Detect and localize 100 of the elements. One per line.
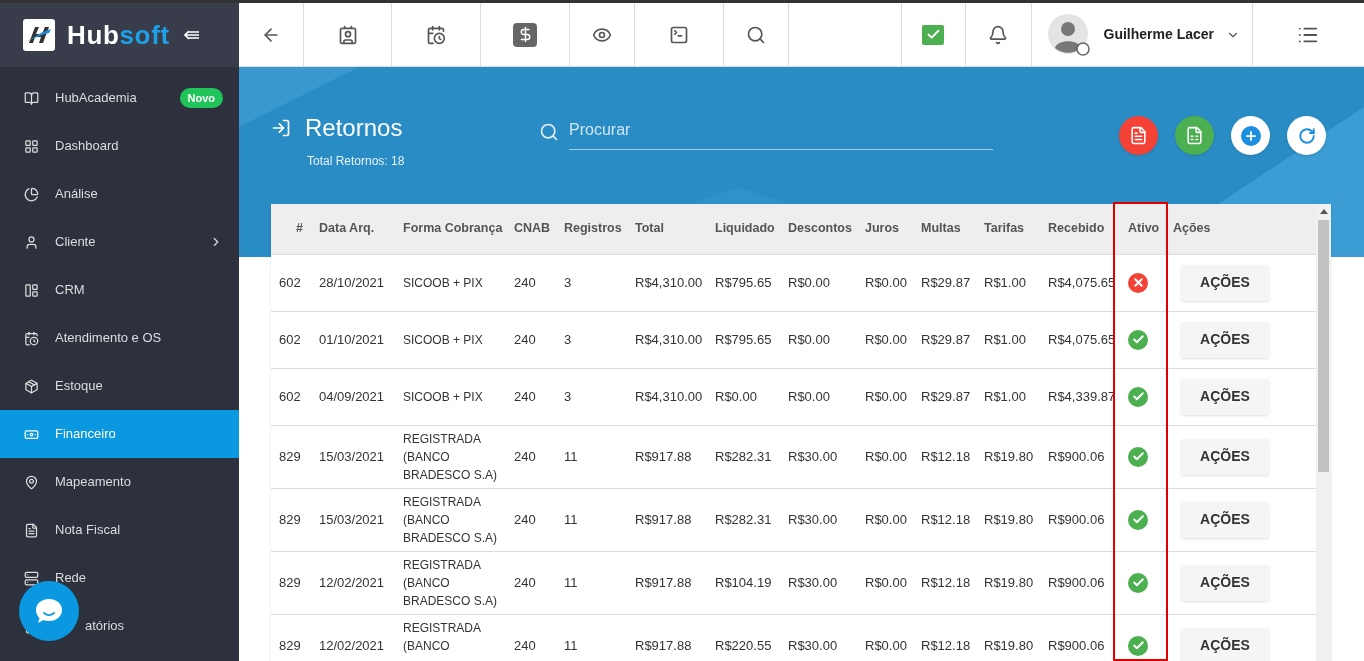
table-cell: SICOOB + PIX	[395, 254, 506, 311]
table-cell: R$12.18	[913, 551, 976, 614]
calendar-clock-icon[interactable]	[426, 24, 446, 45]
table-cell: 11	[556, 614, 627, 661]
sidebar-item[interactable]: Dashboard	[0, 122, 239, 170]
page-subtitle: Total Retornos: 18	[307, 153, 406, 170]
map-pin-icon	[24, 474, 39, 490]
sidebar-item[interactable]: CRM	[0, 266, 239, 314]
sidebar-item[interactable]: Mapeamento	[0, 458, 239, 506]
table-cell: R$104.19	[707, 551, 780, 614]
table-cell: 12/02/2021	[311, 551, 395, 614]
column-header: Ações	[1165, 204, 1316, 254]
actions-button[interactable]: AÇÕES	[1181, 627, 1269, 661]
table-cell: R$282.31	[707, 488, 780, 551]
table-cell: R$29.87	[913, 311, 976, 368]
table-cell: R$4,310.00	[627, 254, 707, 311]
table-cell: 01/10/2021	[311, 311, 395, 368]
column-header: Total	[627, 204, 707, 254]
collapse-icon[interactable]	[183, 29, 200, 41]
sidebar-item[interactable]: Análise	[0, 170, 239, 218]
bell-icon[interactable]	[988, 24, 1008, 45]
chat-check-icon[interactable]	[922, 24, 944, 45]
table-cell: R$12.18	[913, 425, 976, 488]
table-cell: 240	[506, 425, 556, 488]
table-cell: R$19.80	[976, 551, 1040, 614]
scrollbar[interactable]	[1316, 204, 1331, 661]
table-cell: REGISTRADA (BANCO	[395, 614, 506, 661]
table-cell: 602	[271, 311, 311, 368]
table-cell: R$4,310.00	[627, 368, 707, 425]
table-cell: 3	[556, 368, 627, 425]
table-cell: R$19.80	[976, 425, 1040, 488]
refresh-icon	[1297, 126, 1316, 145]
table-cell: R$4,075.65	[1040, 254, 1120, 311]
new-badge: Novo	[179, 87, 223, 109]
actions-button[interactable]: AÇÕES	[1181, 564, 1269, 601]
chat-icon	[34, 596, 64, 626]
user-name[interactable]: Guilherme Lacer	[1103, 24, 1214, 45]
table-cell: 11	[556, 425, 627, 488]
table-cell: R$30.00	[780, 614, 857, 661]
table-cell: R$282.31	[707, 425, 780, 488]
table-cell: 11	[556, 488, 627, 551]
search-field[interactable]: Procurar	[569, 110, 993, 150]
sidebar-item[interactable]: Estoque	[0, 362, 239, 410]
column-header: CNAB	[506, 204, 556, 254]
table-cell: 15/03/2021	[311, 488, 395, 551]
sidebar-item[interactable]: Rede	[0, 554, 239, 602]
terminal-icon[interactable]	[669, 24, 689, 45]
avatar-icon[interactable]	[1047, 13, 1090, 56]
actions-button[interactable]: AÇÕES	[1181, 438, 1269, 475]
table-cell: 602	[271, 254, 311, 311]
table-cell: R$0.00	[857, 488, 913, 551]
table-cell: R$1.00	[976, 254, 1040, 311]
table-cell: 11	[556, 551, 627, 614]
table-cell: R$795.65	[707, 254, 780, 311]
column-header: Liquidado	[707, 204, 780, 254]
calendar-clock-icon	[24, 330, 39, 346]
table-cell: R$917.88	[627, 551, 707, 614]
table-cell: R$220.55	[707, 614, 780, 661]
login-icon	[271, 118, 291, 138]
contact-icon[interactable]	[337, 24, 358, 45]
search-icon[interactable]	[746, 24, 766, 45]
table-cell: R$0.00	[780, 311, 857, 368]
table-cell: 829	[271, 614, 311, 661]
table-cell: R$0.00	[780, 254, 857, 311]
table-cell: 240	[506, 488, 556, 551]
table-cell: 829	[271, 551, 311, 614]
actions-button[interactable]: AÇÕES	[1181, 378, 1269, 415]
table-cell: 240	[506, 614, 556, 661]
server-icon	[24, 570, 39, 586]
table-cell: R$917.88	[627, 425, 707, 488]
page-title: Retornos	[305, 113, 403, 143]
sidebar-item[interactable]: Cliente	[0, 218, 239, 266]
actions-button[interactable]: AÇÕES	[1181, 321, 1269, 358]
table-cell: R$0.00	[780, 368, 857, 425]
logo-text: Hubsoft	[67, 18, 170, 52]
dollar-icon[interactable]	[513, 22, 537, 47]
table-cell: 240	[506, 551, 556, 614]
column-header: Recebido	[1040, 204, 1120, 254]
table-cell: R$29.87	[913, 254, 976, 311]
column-header: Descontos	[780, 204, 857, 254]
sidebar-item[interactable]: Atendimento e OS	[0, 314, 239, 362]
sidebar-item[interactable]: HubAcademia Novo	[0, 74, 239, 122]
table-cell: R$0.00	[857, 551, 913, 614]
table-cell: R$4,339.87	[1040, 368, 1120, 425]
logo-icon	[23, 19, 55, 51]
sidebar-item[interactable]: Nota Fiscal	[0, 506, 239, 554]
actions-button[interactable]: AÇÕES	[1181, 264, 1269, 301]
table-cell: R$1.00	[976, 368, 1040, 425]
actions-button[interactable]: AÇÕES	[1181, 501, 1269, 538]
table-cell: 829	[271, 488, 311, 551]
book-icon	[24, 90, 39, 106]
table-cell: SICOOB + PIX	[395, 368, 506, 425]
table-cell: 3	[556, 254, 627, 311]
table-cell: 240	[506, 368, 556, 425]
pdf-icon	[1129, 126, 1148, 145]
table-cell: R$1.00	[976, 311, 1040, 368]
table-cell: 12/02/2021	[311, 614, 395, 661]
table-cell: 15/03/2021	[311, 425, 395, 488]
plus-icon	[1240, 125, 1261, 146]
table-cell: R$0.00	[857, 425, 913, 488]
